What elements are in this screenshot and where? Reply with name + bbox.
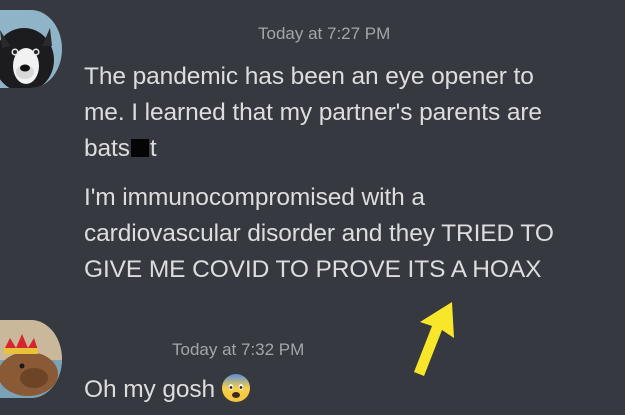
message-line: The pandemic has been an eye opener to bbox=[84, 63, 534, 90]
capybara-crown-avatar-icon[interactable] bbox=[0, 320, 62, 398]
message-line: cardiovascular disorder and they TRIED T… bbox=[84, 220, 554, 247]
message-text: Oh my gosh bbox=[84, 372, 484, 408]
dog-avatar-icon[interactable] bbox=[0, 10, 62, 88]
message-text: I'm immunocompromised with a cardiovascu… bbox=[84, 180, 619, 288]
censored-text-after: t bbox=[149, 135, 157, 162]
message-line-censored: bats t bbox=[84, 131, 619, 167]
fearful-face-emoji-icon bbox=[222, 374, 251, 402]
censor-bar bbox=[130, 139, 149, 157]
censored-text-before: bats bbox=[84, 135, 130, 162]
yellow-arrow-icon bbox=[414, 302, 454, 376]
message-line: me. I learned that my partner's parents … bbox=[84, 99, 542, 126]
message-line: GIVE ME COVID TO PROVE ITS A HOAX bbox=[84, 256, 542, 283]
message-line: Oh my gosh bbox=[84, 376, 216, 403]
message-timestamp: Today at 7:32 PM bbox=[172, 340, 305, 359]
chat-log: Today at 7:27 PM The pandemic has been a… bbox=[0, 0, 625, 415]
message-line: I'm immunocompromised with a bbox=[84, 184, 425, 211]
message-text: The pandemic has been an eye opener to m… bbox=[84, 59, 619, 167]
message-timestamp: Today at 7:27 PM bbox=[258, 24, 391, 43]
